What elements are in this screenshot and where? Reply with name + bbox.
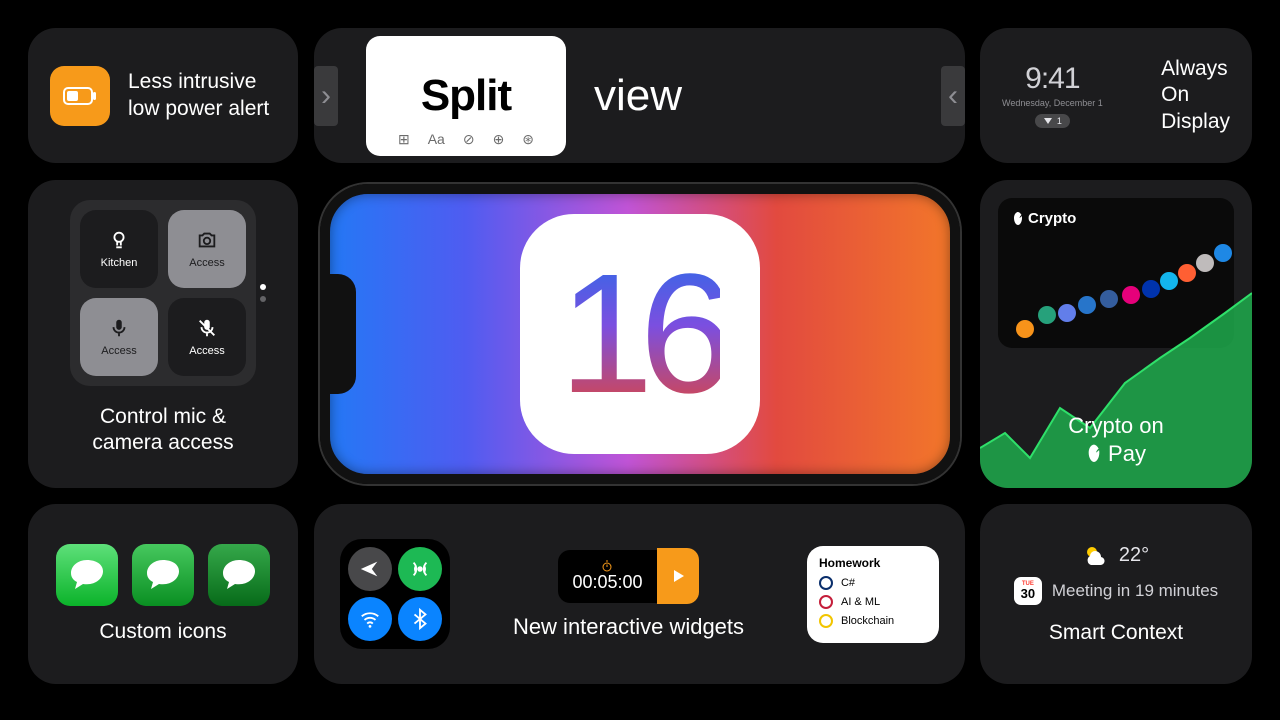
apple-icon (1086, 444, 1102, 464)
split-view-label: view (594, 71, 682, 121)
chevron-right-icon[interactable]: › (314, 66, 338, 126)
messages-icon[interactable] (56, 544, 118, 606)
ios-number: 16 (559, 249, 720, 419)
stopwatch-icon (601, 560, 613, 572)
tile-split-view[interactable]: › Split ⊞ Aa ⊘ ⊕ ⊛ view ‹ (314, 28, 965, 163)
custom-icons-label: Custom icons (99, 620, 226, 644)
event-text: Meeting in 19 minutes (1052, 581, 1218, 601)
widgets-label: New interactive widgets (513, 614, 744, 640)
homework-widget[interactable]: Homework C# AI & ML Blockchain (807, 546, 939, 643)
homework-item[interactable]: Blockchain (819, 614, 927, 628)
aod-date: Wednesday, December 1 (1002, 98, 1103, 108)
messages-icon[interactable] (132, 544, 194, 606)
aod-notification-pill: 1 (1035, 114, 1070, 128)
tile-always-on-display[interactable]: 9:41 Wednesday, December 1 1 Always On D… (980, 28, 1252, 163)
crypto-coin (1196, 254, 1214, 272)
aod-time: 9:41 (1002, 62, 1103, 96)
battery-icon (50, 66, 110, 126)
temperature: 22° (1119, 544, 1149, 567)
homework-title: Homework (819, 556, 927, 570)
crypto-label: Crypto on Pay (980, 412, 1252, 470)
toggle-widget[interactable] (340, 539, 450, 649)
aod-label: Always On Display (1161, 56, 1230, 135)
crypto-title: Crypto (1012, 210, 1220, 227)
wifi-toggle[interactable] (348, 597, 392, 641)
plus-icon: ⊕ (493, 131, 505, 148)
chevron-left-icon[interactable]: ‹ (941, 66, 965, 126)
split-card: Split ⊞ Aa ⊘ ⊕ ⊛ (366, 36, 566, 156)
airplane-toggle[interactable] (348, 547, 392, 591)
tile-control-access[interactable]: Kitchen Access Access Access Control mic… (28, 180, 298, 488)
marker-icon: ⊛ (522, 131, 534, 148)
smart-context-label: Smart Context (1049, 621, 1183, 645)
event-row: TUE 30 Meeting in 19 minutes (1014, 577, 1218, 605)
low-power-label: Less intrusive low power alert (128, 69, 269, 122)
cc-kitchen[interactable]: Kitchen (80, 210, 158, 288)
split-toolbar: ⊞ Aa ⊘ ⊕ ⊛ (398, 131, 534, 148)
calendar-icon: TUE 30 (1014, 577, 1042, 605)
timer-widget[interactable]: 00:05:00 (558, 548, 698, 604)
control-label: Control mic & camera access (92, 404, 233, 457)
antenna-toggle[interactable] (398, 547, 442, 591)
notch (328, 274, 356, 394)
grid-icon: ⊞ (398, 131, 410, 148)
messages-icon[interactable] (208, 544, 270, 606)
cc-mic-access[interactable]: Access (80, 298, 158, 376)
cc-camera-access[interactable]: Access (168, 210, 246, 288)
tile-custom-icons[interactable]: Custom icons (28, 504, 298, 684)
tile-smart-context[interactable]: 22° TUE 30 Meeting in 19 minutes Smart C… (980, 504, 1252, 684)
page-dots (260, 284, 266, 302)
tile-interactive-widgets[interactable]: 00:05:00 New interactive widgets Homewor… (314, 504, 965, 684)
cc-mic-off[interactable]: Access (168, 298, 246, 376)
custom-icon-row (56, 544, 270, 606)
weather-icon (1083, 544, 1109, 566)
text-icon: Aa (428, 131, 445, 148)
play-button[interactable] (657, 548, 699, 604)
timer-value: 00:05:00 (572, 572, 642, 593)
clock-icon: ⊘ (463, 131, 475, 148)
homework-item[interactable]: AI & ML (819, 595, 927, 609)
tile-iphone: 16 (314, 180, 965, 488)
crypto-coin (1178, 264, 1196, 282)
split-word: Split (421, 71, 511, 121)
tile-crypto-pay[interactable]: Crypto Crypto on Pay (980, 180, 1252, 488)
tile-low-power[interactable]: Less intrusive low power alert (28, 28, 298, 163)
aod-preview: 9:41 Wednesday, December 1 1 (1002, 62, 1103, 130)
weather-row: 22° (1083, 544, 1149, 567)
homework-item[interactable]: C# (819, 576, 927, 590)
ios-version-tile: 16 (520, 214, 760, 454)
bluetooth-toggle[interactable] (398, 597, 442, 641)
iphone-frame: 16 (320, 184, 960, 484)
crypto-coin (1214, 244, 1232, 262)
control-center-grid: Kitchen Access Access Access (70, 200, 256, 386)
